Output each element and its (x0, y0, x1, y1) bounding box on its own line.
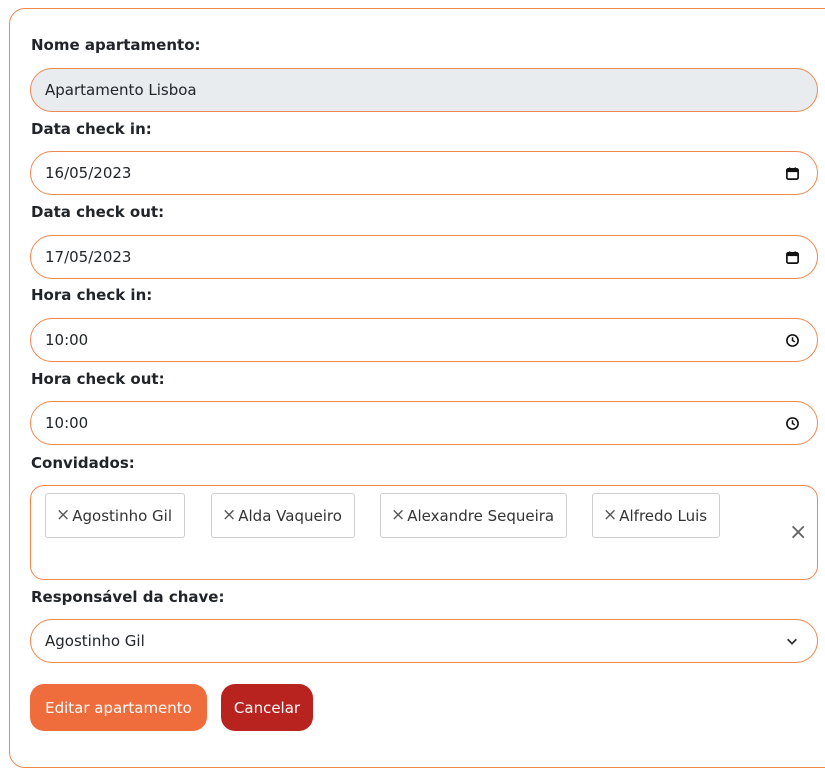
clock-icon[interactable] (783, 414, 801, 432)
key-holder-label: Responsável da chave: (31, 588, 225, 606)
checkin-date-label: Data check in: (31, 120, 152, 138)
guest-chip: × Alexandre Sequeira (380, 493, 568, 538)
checkout-date-input[interactable]: 17/05/2023 (30, 235, 818, 279)
key-holder-value: Agostinho Gil (45, 632, 145, 650)
checkin-time-input[interactable]: 10:00 (30, 318, 818, 362)
checkout-date-label: Data check out: (31, 203, 165, 221)
guest-chip: × Alda Vaqueiro (211, 493, 355, 538)
guest-chip: × Agostinho Gil (45, 493, 185, 538)
checkin-date-value: 16/05/2023 (45, 164, 132, 182)
guest-chip-label: Agostinho Gil (72, 506, 172, 525)
guest-chip-label: Alexandre Sequeira (407, 506, 555, 525)
checkin-time-value: 10:00 (45, 331, 89, 349)
checkout-time-value: 10:00 (45, 414, 89, 432)
guests-label: Convidados: (31, 454, 135, 472)
checkout-time-label: Hora check out: (31, 370, 165, 388)
edit-apartment-button[interactable]: Editar apartamento (30, 684, 207, 731)
guest-chip-label: Alfredo Luis (619, 506, 708, 525)
remove-chip-icon[interactable]: × (391, 507, 405, 524)
checkout-date-value: 17/05/2023 (45, 248, 132, 266)
checkout-time-input[interactable]: 10:00 (30, 401, 818, 445)
guests-multiselect[interactable]: × Agostinho Gil × Alda Vaqueiro × Alexan… (30, 485, 818, 580)
calendar-icon[interactable] (783, 164, 801, 182)
key-holder-select[interactable]: Agostinho Gil (30, 619, 818, 663)
guest-chip: × Alfredo Luis (592, 493, 721, 538)
remove-chip-icon[interactable]: × (603, 507, 617, 524)
checkin-date-input[interactable]: 16/05/2023 (30, 151, 818, 195)
calendar-icon[interactable] (783, 248, 801, 266)
apartment-name-field[interactable]: Apartamento Lisboa (30, 68, 818, 112)
name-label: Nome apartamento: (31, 36, 201, 54)
apartment-name-value: Apartamento Lisboa (45, 81, 197, 99)
clear-all-icon[interactable]: × (789, 522, 807, 544)
clock-icon[interactable] (783, 331, 801, 349)
cancel-button[interactable]: Cancelar (221, 684, 313, 731)
guest-chip-label: Alda Vaqueiro (238, 506, 342, 525)
remove-chip-icon[interactable]: × (222, 507, 236, 524)
remove-chip-icon[interactable]: × (56, 507, 70, 524)
chevron-down-icon (783, 632, 801, 650)
checkin-time-label: Hora check in: (31, 286, 153, 304)
